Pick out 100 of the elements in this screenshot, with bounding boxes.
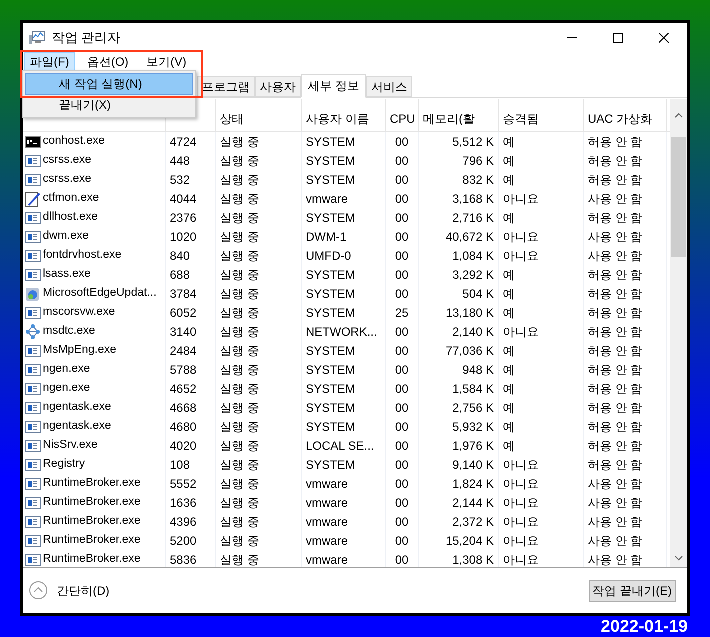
- app-window-icon: [25, 266, 41, 282]
- table-cell-text: 00: [395, 134, 409, 150]
- tab[interactable]: 사용자: [255, 76, 301, 97]
- table-cell-text: 허용 안 함: [588, 456, 643, 474]
- table-cell-text: 00: [395, 552, 409, 567]
- table-cell-text: 허용 안 함: [588, 362, 643, 378]
- table-cell-text: 실행 중: [220, 514, 260, 530]
- table-cell-text: 77,036 K: [446, 342, 494, 360]
- table-cell-text: 40,672 K: [446, 228, 494, 246]
- app-window-icon: [25, 304, 41, 320]
- table-cell-text: 448: [170, 152, 190, 170]
- table-cell-text: 아니요: [503, 532, 539, 550]
- table-cell-text: 4724: [170, 134, 197, 150]
- vertical-scrollbar[interactable]: [670, 99, 687, 567]
- menu-bar-item[interactable]: 파일(F): [24, 52, 76, 72]
- table-cell-text: 9,140 K: [452, 456, 494, 474]
- table-cell-text: 허용 안 함: [588, 438, 643, 454]
- table-cell-text: 796 K: [462, 152, 494, 170]
- table-cell-text: 1636: [170, 494, 197, 512]
- process-name: msdtc.exe: [43, 324, 96, 339]
- table-cell-text: 5836: [170, 552, 197, 567]
- table-cell-text: vmware: [306, 532, 348, 550]
- table-cell-text: 4680: [170, 418, 197, 436]
- tab[interactable]: 프로그램: [197, 76, 255, 97]
- process-name: MicrosoftEdgeUpdat...: [43, 286, 157, 301]
- table-cell-text: 허용 안 함: [588, 266, 643, 284]
- process-name: RuntimeBroker.exe: [43, 494, 141, 510]
- table-cell-text: 6052: [170, 304, 197, 322]
- table-cell-text: 25: [395, 304, 409, 322]
- menu-item[interactable]: 끝내기(X): [25, 95, 193, 115]
- menu-bar-item[interactable]: 옵션(O): [81, 52, 135, 72]
- table-cell-text: 1,584 K: [452, 380, 494, 398]
- date-label: 2022-01-19: [601, 617, 688, 637]
- table-cell-text: 1,824 K: [452, 476, 494, 492]
- column-header[interactable]: 사용자 이름: [306, 110, 370, 128]
- scroll-down-icon: [674, 556, 682, 561]
- table-cell-text: 00: [395, 324, 409, 340]
- table-cell-text: 실행 중: [220, 342, 260, 360]
- column-header[interactable]: 상태: [220, 110, 244, 128]
- console-icon: [25, 134, 41, 150]
- table-cell-text: 2,756 K: [452, 400, 494, 416]
- tab[interactable]: 서비스: [366, 76, 412, 97]
- minimize-icon: [567, 37, 577, 38]
- collapse-up-icon[interactable]: [29, 581, 48, 600]
- process-name: ngentask.exe: [43, 418, 112, 434]
- tab[interactable]: 세부 정보: [301, 74, 366, 98]
- table-cell-text: 5,512 K: [452, 134, 494, 150]
- table-cell-text: 예: [503, 210, 515, 226]
- table-cell-text: 실행 중: [220, 190, 260, 208]
- table-cell-text: 허용 안 함: [588, 134, 643, 150]
- app-window-icon: [25, 152, 41, 168]
- column-header[interactable]: CPU: [390, 110, 416, 128]
- table-cell-text: 2,716 K: [452, 210, 494, 226]
- process-name: mscorsvw.exe: [43, 304, 116, 320]
- scrollbar-thumb[interactable]: [671, 137, 686, 257]
- column-header[interactable]: UAC 가상화: [588, 110, 653, 128]
- table-cell-text: 허용 안 함: [588, 304, 643, 322]
- fewer-details-link[interactable]: 간단히(D): [57, 582, 110, 600]
- menu-item[interactable]: 새 작업 실행(N): [25, 73, 193, 95]
- table-cell-text: 4020: [170, 438, 197, 454]
- table-cell-text: 2,372 K: [452, 514, 494, 530]
- table-cell-text: UMFD-0: [306, 248, 352, 264]
- column-header[interactable]: 메모리(활: [423, 110, 475, 128]
- end-task-button[interactable]: 작업 끝내기(E): [588, 580, 676, 602]
- table-cell-text: 실행 중: [220, 380, 260, 398]
- table-cell-text: 예: [503, 286, 515, 302]
- table-cell-text: SYSTEM: [306, 134, 356, 150]
- table-cell-text: 832 K: [462, 172, 494, 188]
- table-cell-text: 허용 안 함: [588, 286, 643, 302]
- table-cell-text: 예: [503, 152, 515, 170]
- table-cell-text: 예: [503, 266, 515, 284]
- table-cell-text: 사용 안 함: [588, 190, 643, 208]
- table-cell-text: NETWORK...: [306, 324, 378, 340]
- app-window-icon: [25, 342, 41, 358]
- table-cell-text: 허용 안 함: [588, 324, 643, 340]
- table-cell-text: vmware: [306, 190, 348, 208]
- table-cell-text: 허용 안 함: [588, 400, 643, 416]
- app-window-icon: [25, 532, 41, 548]
- process-name: csrss.exe: [43, 172, 92, 187]
- table-cell-text: 예: [503, 362, 515, 378]
- process-name: ngentask.exe: [43, 400, 112, 415]
- app-window-icon: [25, 380, 41, 396]
- app-window-icon: [25, 400, 41, 416]
- table-cell-text: 2,144 K: [452, 494, 494, 512]
- notepad-pen-icon: [25, 190, 41, 206]
- table-cell-text: 00: [395, 418, 409, 436]
- column-header[interactable]: 승격됨: [503, 110, 539, 128]
- menu-bar-item[interactable]: 보기(V): [140, 52, 193, 72]
- process-name: RuntimeBroker.exe: [43, 514, 141, 529]
- table-cell-text: SYSTEM: [306, 418, 356, 436]
- process-name: MsMpEng.exe: [43, 342, 117, 358]
- table-cell-text: vmware: [306, 476, 348, 492]
- app-window-icon: [25, 362, 41, 378]
- table-cell-text: 아니요: [503, 514, 539, 530]
- table-cell-text: 00: [395, 286, 409, 302]
- table-cell-text: 실행 중: [220, 552, 260, 567]
- table-cell-text: 00: [395, 228, 409, 246]
- table-cell-text: 1,308 K: [452, 552, 494, 567]
- table-cell-text: 실행 중: [220, 362, 260, 378]
- table-cell-text: 허용 안 함: [588, 172, 643, 188]
